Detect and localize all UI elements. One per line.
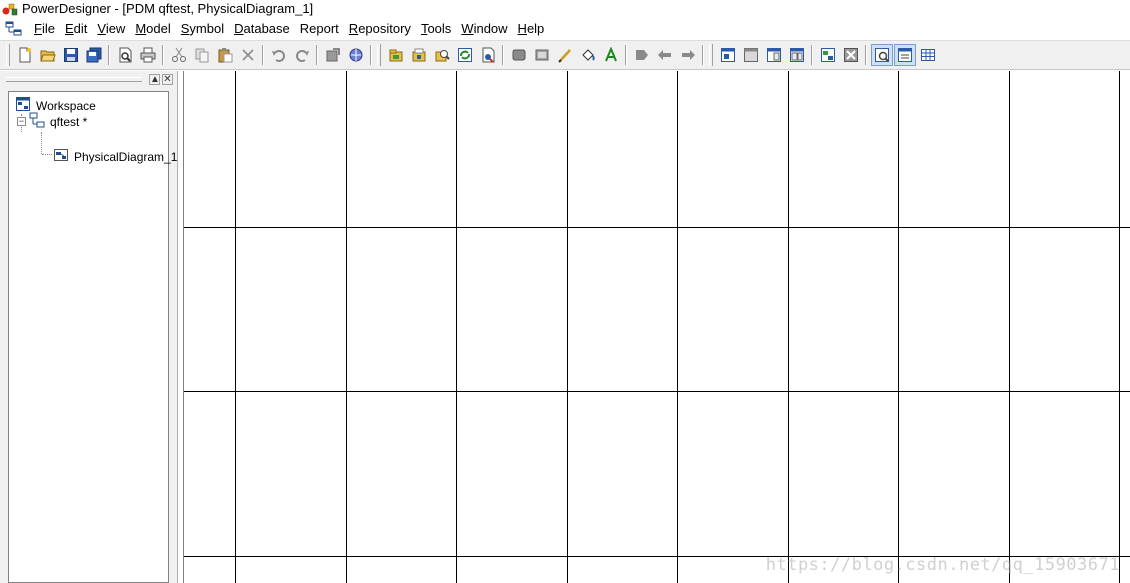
compare-icon[interactable]: [477, 44, 499, 66]
details-icon[interactable]: [917, 44, 939, 66]
tree-connector: [42, 154, 52, 155]
page-boundary-line: [456, 71, 457, 583]
diagram-canvas[interactable]: https://blog.csdn.net/qq_15903671: [183, 71, 1130, 583]
toolbox-icon[interactable]: [717, 44, 739, 66]
tree-item-qftest[interactable]: − qftest *: [17, 112, 89, 131]
print-preview-icon[interactable]: [114, 44, 136, 66]
tree-item-label: qftest *: [50, 114, 88, 129]
toolbar-grip[interactable]: [709, 44, 713, 66]
page-boundary-line: [1119, 71, 1120, 583]
menu-file[interactable]: File: [29, 19, 60, 38]
title-bar: PowerDesigner - [PDM qftest, PhysicalDia…: [0, 0, 1130, 17]
pdm-model-icon: [29, 112, 45, 131]
toolbar-separator: [370, 45, 372, 65]
browser-header: ▲ ✕: [0, 71, 177, 87]
page-boundary-line: [184, 227, 1130, 228]
fill-style-icon[interactable]: [577, 44, 599, 66]
menu-edit[interactable]: Edit: [60, 19, 92, 38]
tree-item-label: Workspace: [36, 98, 96, 113]
find-icon[interactable]: [431, 44, 453, 66]
menu-view[interactable]: View: [92, 19, 130, 38]
object-browser-tree[interactable]: Workspace − qftest * PhysicalDiagram_1: [8, 91, 177, 583]
toolbar-separator: [865, 45, 867, 65]
toolbar-separator: [316, 45, 318, 65]
toolbar-separator: [811, 45, 813, 65]
menu-bar: File Edit View Model Symbol Database Rep…: [0, 18, 1130, 39]
open-icon[interactable]: [37, 44, 59, 66]
toolbar-grip[interactable]: [377, 44, 381, 66]
pen-icon[interactable]: [554, 44, 576, 66]
page-boundary-line: [898, 71, 899, 583]
workspace-icon[interactable]: [870, 44, 893, 66]
align-right-icon[interactable]: [654, 44, 676, 66]
check-model-icon[interactable]: [408, 44, 430, 66]
page-boundary-line: [677, 71, 678, 583]
diagram-icon[interactable]: [786, 44, 808, 66]
menu-window[interactable]: Window: [456, 19, 512, 38]
window-title: PowerDesigner - [PDM qftest, PhysicalDia…: [22, 1, 314, 16]
package-icon[interactable]: [817, 44, 839, 66]
menu-help[interactable]: Help: [513, 19, 550, 38]
watermark: https://blog.csdn.net/qq_15903671: [765, 555, 1120, 575]
toolbar-separator: [625, 45, 627, 65]
physical-diagram-icon: [53, 147, 69, 166]
menu-tools[interactable]: Tools: [416, 19, 456, 38]
page-boundary-line: [184, 391, 1130, 392]
toolbar-separator: [162, 45, 164, 65]
toolbar-separator: [702, 45, 704, 65]
copy-icon[interactable]: [191, 44, 213, 66]
delete-icon[interactable]: [237, 44, 259, 66]
tree-item-label: PhysicalDiagram_1: [74, 149, 178, 164]
new-icon[interactable]: [14, 44, 36, 66]
paste-icon[interactable]: [214, 44, 236, 66]
cut-icon[interactable]: [168, 44, 190, 66]
toolbar-separator: [502, 45, 504, 65]
align-left-icon[interactable]: [631, 44, 653, 66]
menu-database[interactable]: Database: [229, 19, 295, 38]
toolbar-separator: [262, 45, 264, 65]
undo-icon[interactable]: [268, 44, 290, 66]
page-boundary-line: [788, 71, 789, 583]
browse-icon[interactable]: [345, 44, 367, 66]
save-icon[interactable]: [60, 44, 82, 66]
collapse-toggle[interactable]: −: [17, 117, 26, 126]
object-browser-panel: ▲ ✕ Workspace − qftest * PhysicalDiagram…: [0, 71, 178, 583]
page-boundary-line: [567, 71, 568, 583]
redo-icon[interactable]: [291, 44, 313, 66]
browser-grip[interactable]: [6, 77, 142, 82]
toolbar-separator: [108, 45, 110, 65]
line-style-icon[interactable]: [531, 44, 553, 66]
tree-item-physicaldiagram[interactable]: PhysicalDiagram_1: [53, 147, 179, 166]
mdi-child-window-icon[interactable]: [5, 21, 23, 37]
model-icon[interactable]: [840, 44, 862, 66]
powerdesigner-app-icon[interactable]: [2, 2, 18, 16]
result-list-icon[interactable]: [763, 44, 785, 66]
page-boundary-line: [346, 71, 347, 583]
page-boundary-line: [1009, 71, 1010, 583]
main-toolbar: [0, 40, 1130, 70]
browser-maximize-button[interactable]: ▲: [149, 73, 160, 85]
model-package-icon[interactable]: [385, 44, 407, 66]
menu-report[interactable]: Report: [295, 19, 344, 38]
merge-icon[interactable]: [508, 44, 530, 66]
output-icon[interactable]: [740, 44, 762, 66]
properties-icon[interactable]: [322, 44, 344, 66]
browser-close-button[interactable]: ✕: [162, 73, 173, 85]
tree-connector: [41, 132, 42, 154]
menu-repository[interactable]: Repository: [344, 19, 416, 38]
browser-icon[interactable]: [893, 44, 916, 66]
print-icon[interactable]: [137, 44, 159, 66]
impact-analysis-icon[interactable]: [454, 44, 476, 66]
page-boundary-line: [235, 71, 236, 583]
save-all-icon[interactable]: [83, 44, 105, 66]
font-icon[interactable]: [600, 44, 622, 66]
menu-model[interactable]: Model: [130, 19, 175, 38]
menu-symbol[interactable]: Symbol: [176, 19, 229, 38]
toolbar-grip[interactable]: [6, 44, 10, 66]
align-up-icon[interactable]: [677, 44, 699, 66]
